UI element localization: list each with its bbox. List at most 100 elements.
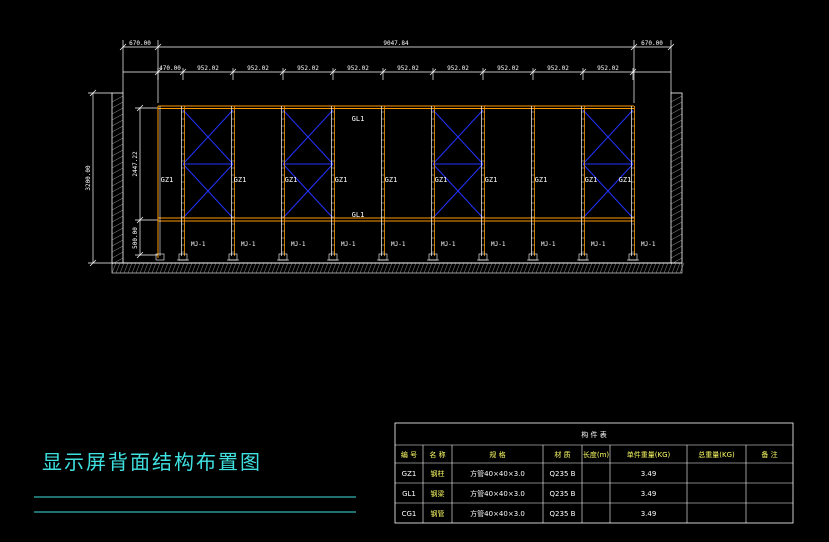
hatch-line [111,185,124,193]
hatch-line [643,262,649,274]
footing-plate [228,253,238,261]
hatch-line [670,131,683,139]
hatch-line [670,197,683,205]
table-cell: 3.49 [641,490,657,498]
label-column: GZ1 [435,176,448,184]
hatch-line [639,262,645,274]
table-header-cell: 备 注 [761,450,777,459]
hatch-line [670,245,683,253]
hatch-line [670,173,683,181]
hatch-line [503,262,509,274]
hatch-line [619,262,625,274]
hatch-line [339,262,345,274]
hatch-line [670,185,683,193]
hatch-line [347,262,353,274]
hatch-line [647,262,653,274]
hatch-line [671,262,677,274]
hatch-line [111,191,124,199]
footing-label: MJ-1 [441,241,456,248]
hatch-line [239,262,245,274]
footing-plate [628,253,638,261]
dim-overall-left: 670.00 [129,40,151,47]
dim-height-lower: 500.00 [132,227,139,249]
hatch-line [367,262,373,274]
hatch-line [111,95,124,103]
hatch-line [670,251,683,259]
hatch-line [670,125,683,133]
hatch-line [487,262,493,274]
hatch-line [471,262,477,274]
dim-sub-bay: 952.02 [347,65,369,72]
hatch-line [495,262,501,274]
label-column: GZ1 [385,176,398,184]
footing-plate [578,253,588,261]
dimension-ticks [89,43,675,267]
hatch-line [323,262,329,274]
hatch-line [615,262,621,274]
hatch-line [279,262,285,274]
hatch-line [111,227,124,235]
hatch-line [259,262,265,274]
right-wall [670,92,683,264]
dim-sub-bay: 952.02 [447,65,469,72]
hatch-line [670,143,683,151]
hatch-line [467,262,473,274]
hatch-line [111,179,124,187]
label-column: GZ1 [234,176,247,184]
hatch-line [219,262,225,274]
table-cell: CG1 [402,510,417,518]
left-wall [111,92,124,264]
hatch-line [207,262,213,274]
hatch-line [111,209,124,217]
hatch-line [167,262,173,274]
hatch-line [295,262,301,274]
hatch-line [670,227,683,235]
footing-label: MJ-1 [491,241,506,248]
hatch-line [583,262,589,274]
hatch-line [655,262,661,274]
hatch-line [659,262,665,274]
hatch-line [247,262,253,274]
hatch-line [611,262,617,274]
table-cell: 方管40×40×3.0 [470,469,525,478]
hatch-line [607,262,613,274]
table-cell: 钢梁 [431,489,445,498]
label-column: GZ1 [161,176,174,184]
hatch-line [123,262,129,274]
hatch-line [459,262,465,274]
hatch-line [243,262,249,274]
hatch-line [359,262,365,274]
hatch-line [111,167,124,175]
hatch-line [670,233,683,241]
hatch-line [475,262,481,274]
label-column: GZ1 [485,176,498,184]
hatch-line [311,262,317,274]
hatch-line [670,161,683,169]
hatch-line [355,262,361,274]
hatch-line [283,262,289,274]
table-cell: Q235 B [550,470,576,478]
hatch-line [670,239,683,247]
footing-plate [378,253,388,261]
hatch-line [343,262,349,274]
hatch-line [387,262,393,274]
hatch-line [427,262,433,274]
hatch-line [455,262,461,274]
footing-label: MJ-1 [641,241,656,248]
hatch-line [235,262,241,274]
label-column: GZ1 [619,176,632,184]
hatch-line [559,262,565,274]
table-caption: 构 件 表 [581,430,606,439]
dim-overall-right: 670.00 [641,40,663,47]
hatch-line [523,262,529,274]
hatch-line [303,262,309,274]
hatch-line [403,262,409,274]
dimension-lines [88,40,672,264]
hatch-line [111,262,117,274]
hatch-line [251,262,257,274]
footing-label: MJ-1 [341,241,356,248]
hatch-line [670,155,683,163]
hatch-line [203,262,209,274]
hatch-line [651,262,657,274]
hatch-line [111,125,124,133]
